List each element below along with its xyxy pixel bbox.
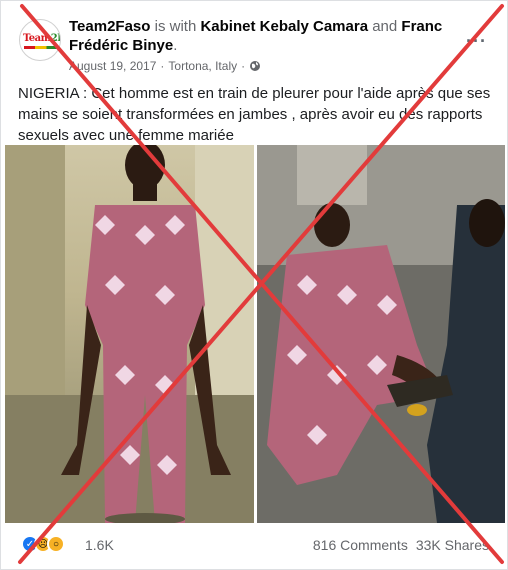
with-text: is with	[154, 18, 197, 35]
logo-text-part2: 2Faso	[50, 33, 60, 44]
photo-left[interactable]	[5, 145, 254, 523]
wow-reaction-icon: ○	[47, 535, 65, 553]
more-options-button[interactable]: ···	[466, 31, 487, 52]
post-attribution: Team2Faso is with Kabinet Kebaly Camara …	[69, 18, 443, 54]
logo-icon: Team2Faso	[23, 33, 60, 44]
post-header: Team2Faso Team2Faso is with Kabinet Keba…	[13, 13, 497, 75]
post-date-link[interactable]: August 19, 2017	[69, 59, 156, 73]
facebook-post: Team2Faso Team2Faso is with Kabinet Keba…	[0, 0, 508, 570]
tagged-person-1-link[interactable]: Kabinet Kebaly Camara	[200, 18, 368, 35]
post-footer: ✓ ☹ ○ 1.6K 816 Comments 33K Shares	[13, 531, 497, 561]
shares-count-link[interactable]: 33K Shares	[416, 537, 489, 553]
post-text: NIGERIA : Cet homme est en train de pleu…	[18, 85, 491, 144]
and-text: and	[372, 18, 398, 35]
page-avatar[interactable]: Team2Faso	[19, 19, 61, 61]
author-link[interactable]: Team2Faso	[69, 18, 150, 35]
post-stats: 816 Comments 33K Shares	[313, 537, 489, 553]
flag-stripe	[24, 46, 58, 49]
reactions-summary[interactable]: ✓ ☹ ○	[21, 535, 65, 553]
photo-left-image	[5, 145, 254, 523]
reaction-count[interactable]: 1.6K	[85, 537, 114, 553]
post-location-link[interactable]: Tortona, Italy	[168, 59, 237, 73]
photo-right[interactable]	[257, 145, 505, 523]
globe-icon	[250, 61, 261, 71]
post-meta: August 19, 2017 · Tortona, Italy ·	[69, 59, 261, 73]
photo-right-image	[257, 145, 505, 523]
post-photos	[5, 145, 505, 523]
comments-count-link[interactable]: 816 Comments	[313, 537, 408, 553]
logo-text-part1: Team	[23, 33, 51, 44]
